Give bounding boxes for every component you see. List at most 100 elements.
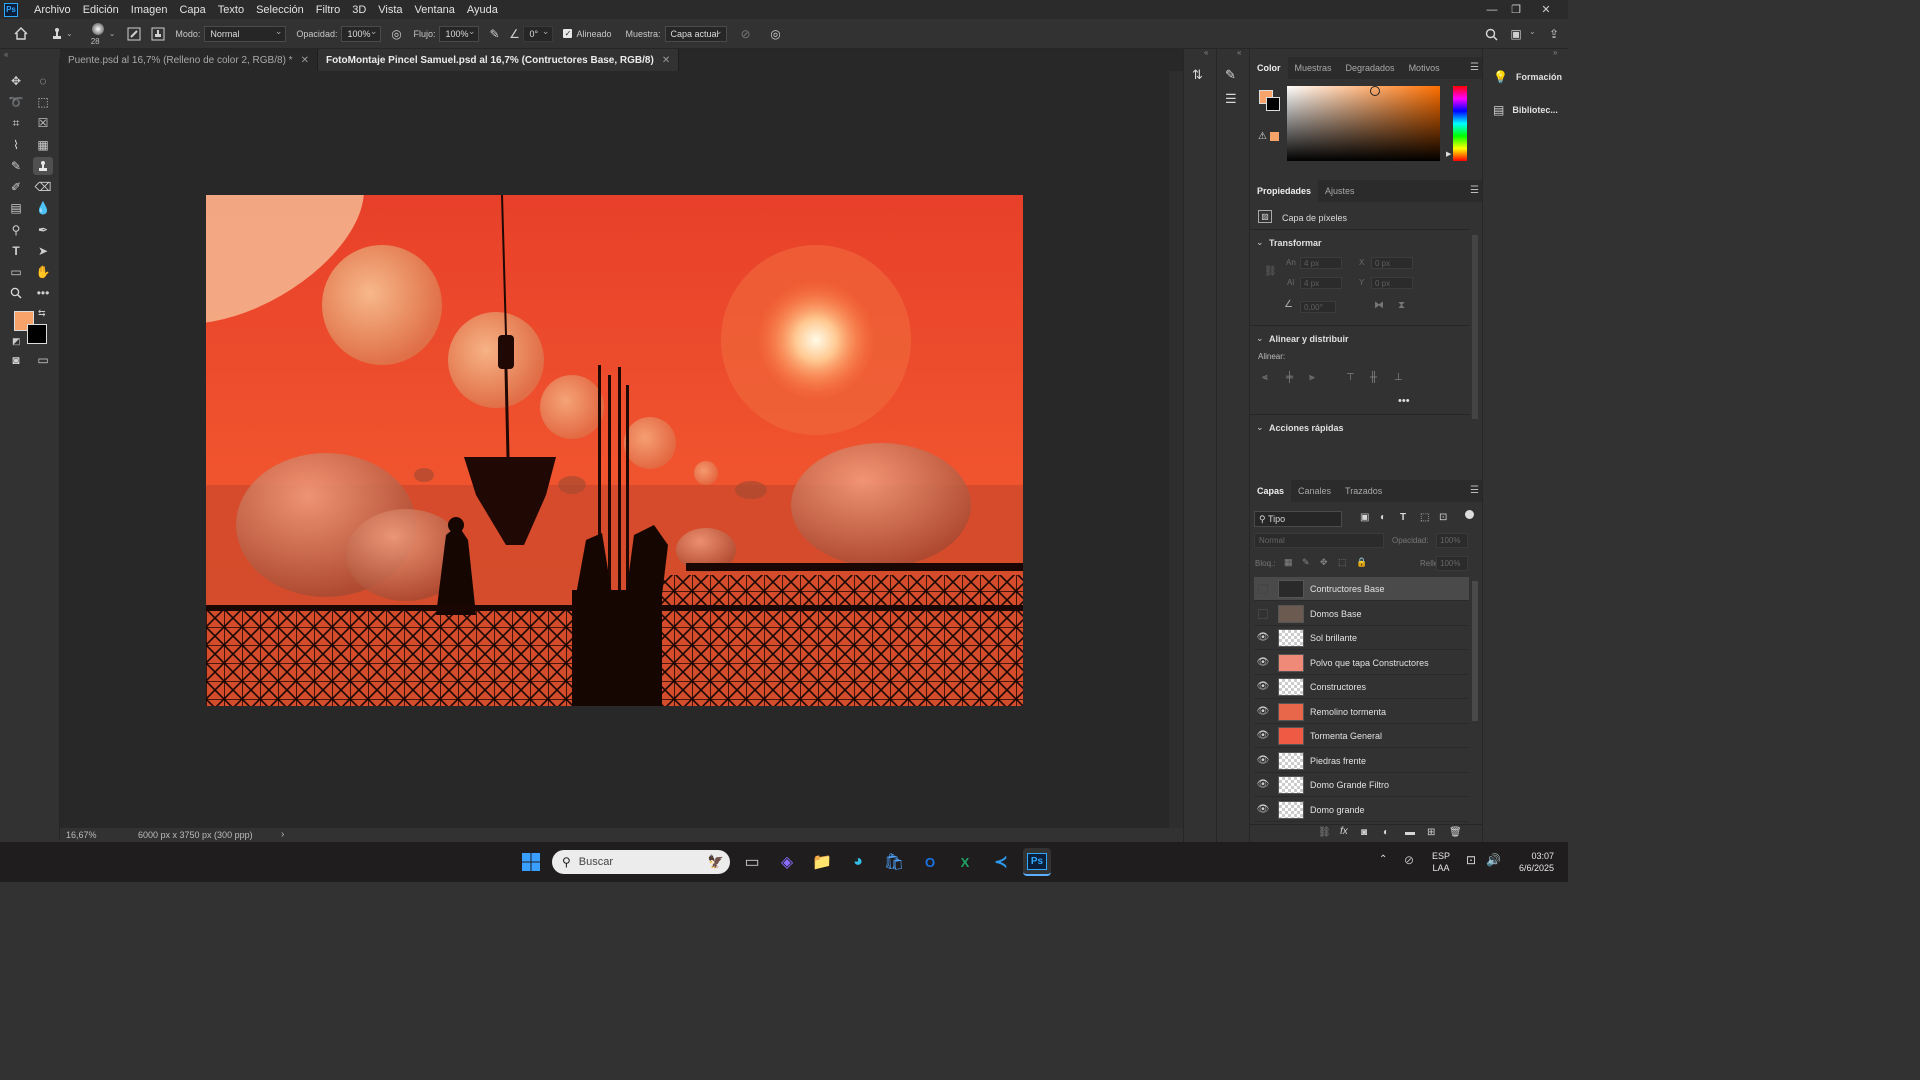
windows-start-icon[interactable] [517,848,545,876]
gamut-swatch[interactable] [1270,132,1279,141]
new-layer-icon[interactable]: ⊞ [1427,827,1435,838]
layer-row[interactable]: 👁 Domo Grande Filtro [1254,773,1469,797]
tab-puente[interactable]: Puente.psd al 16,7% (Relleno de color 2,… [60,49,318,71]
tab-propiedades[interactable]: Propiedades [1250,180,1319,202]
document-canvas[interactable] [206,195,1023,706]
lock-artboard-icon[interactable]: ⬚ [1338,557,1347,568]
link-icon[interactable]: ⛓ [1264,266,1277,277]
filter-type-icon[interactable]: T [1400,512,1406,523]
pen-tool-icon[interactable]: ✒ [33,221,53,239]
close-window-icon[interactable]: ✕ [1534,0,1558,19]
eye-icon[interactable]: 👁 [1254,755,1272,766]
tab-ajustes[interactable]: Ajustes [1318,180,1362,202]
align-middle-icon[interactable]: ╫ [1370,372,1377,383]
history-brush-tool-icon[interactable]: ✐ [6,178,26,196]
height-input[interactable]: 4 px [1300,277,1342,289]
pressure-opacity-icon[interactable]: ◎ [387,25,405,43]
opacity-input[interactable]: 100% [341,25,382,42]
eye-icon[interactable]: 👁 [1254,681,1272,692]
layer-filter-select[interactable]: ⚲ Tipo [1254,511,1342,527]
canvas-area[interactable] [60,71,1169,828]
delete-layer-icon[interactable]: 🗑 [1449,827,1462,838]
filter-pixel-icon[interactable]: ▣ [1360,512,1369,523]
chevron-down-icon[interactable]: ⌄ [1256,333,1264,344]
crop-tool-icon[interactable]: ⌗ [6,114,26,132]
align-title[interactable]: Alinear y distribuir [1269,334,1349,344]
eye-icon[interactable]: 👁 [1254,779,1272,790]
panel-menu-icon[interactable]: ☰ [1470,185,1479,196]
file-explorer-icon[interactable]: 📁 [808,848,836,876]
chevron-down-icon[interactable]: ⌄ [109,29,116,38]
lock-pixels-icon[interactable]: ✎ [1302,557,1310,568]
menu-archivo[interactable]: Archivo [28,4,77,16]
clock[interactable]: 03:07 6/6/2025 [1508,850,1554,874]
edge-icon[interactable]: ◕ [844,848,872,876]
chevron-down-icon[interactable]: ⌄ [1529,27,1536,36]
dodge-tool-icon[interactable]: ⚲ [6,221,26,239]
excel-icon[interactable]: X [951,848,979,876]
more-options-icon[interactable]: ••• [1398,395,1410,407]
frame-tool-icon[interactable]: ☒ [33,114,53,132]
align-left-icon[interactable]: ⫷ [1262,372,1268,383]
layer-row[interactable]: 👁 Domo grande [1254,798,1469,822]
fill-input[interactable]: 100% [1436,556,1468,571]
gradient-tool-icon[interactable]: ▤ [6,199,26,217]
tab-fotomontaje[interactable]: FotoMontaje Pincel Samuel.psd al 16,7% (… [317,49,680,71]
tab-trazados[interactable]: Trazados [1338,480,1389,502]
search-icon[interactable] [1482,25,1500,43]
menu-ayuda[interactable]: Ayuda [461,4,504,16]
eye-icon[interactable]: 👁 [1254,657,1272,668]
brush-tool-icon[interactable]: ✎ [6,157,26,175]
mode-select[interactable]: Normal [204,25,287,42]
quick-mask-icon[interactable]: ◙ [6,351,26,369]
layer-row[interactable]: 👁 Polvo que tapa Constructores [1254,651,1469,675]
color-field[interactable] [1287,86,1440,161]
y-input[interactable]: 0 px [1371,277,1413,289]
angle-input[interactable]: 0° [523,25,554,42]
share-icon[interactable]: ⇪ [1545,25,1563,43]
new-group-icon[interactable]: ▬ [1405,827,1415,838]
menu-3d[interactable]: 3D [346,4,372,16]
lock-position-icon[interactable]: ✥ [1320,557,1328,568]
photoshop-taskbar-icon[interactable]: Ps [1023,848,1051,876]
more-tools-icon[interactable]: ••• [33,284,53,302]
color-picker-cursor[interactable] [1370,86,1380,96]
clone-stamp-tool-icon[interactable] [33,157,53,175]
tab-motivos[interactable]: Motivos [1402,57,1447,79]
collapse-icon[interactable]: » [1553,48,1557,57]
link-layers-icon[interactable]: ⛓ [1318,827,1331,838]
home-icon[interactable] [12,25,30,43]
flip-vertical-icon[interactable]: ⧗ [1398,300,1405,311]
lock-all-icon[interactable]: 🔒 [1356,557,1367,568]
adjustment-layer-icon[interactable]: ◐ [1383,827,1389,838]
display-icon[interactable]: ⊡ [1466,853,1476,867]
sample-select[interactable]: Capa actual [664,25,727,42]
clone-source-icon[interactable] [149,25,167,43]
language-indicator[interactable]: ESP LAA [1432,850,1450,874]
background-color-swatch[interactable] [1266,97,1280,111]
pressure-size-icon[interactable]: ◎ [767,25,785,43]
taskbar-search[interactable]: ⚲ Buscar 🦅 [552,850,730,874]
healing-tool-icon[interactable]: ▦ [33,136,53,154]
canvas-scrollbar[interactable] [1169,71,1183,828]
warning-icon[interactable]: ⚠ [1258,131,1267,142]
zoom-tool-icon[interactable] [6,284,26,302]
layer-row[interactable]: 👁 Remolino tormenta [1254,700,1469,724]
eraser-tool-icon[interactable]: ⌫ [33,178,53,196]
eye-icon[interactable]: 👁 [1254,632,1272,643]
move-tool-icon[interactable]: ✥ [6,72,26,90]
collapse-icon[interactable]: « [4,50,8,59]
restore-icon[interactable]: ❐ [1504,0,1528,19]
hand-tool-icon[interactable]: ✋ [33,263,53,281]
menu-texto[interactable]: Texto [212,4,250,16]
minimize-icon[interactable]: — [1480,0,1504,19]
layer-row[interactable]: 👁 Tormenta General [1254,724,1469,748]
flow-input[interactable]: 100% [439,25,480,42]
network-icon[interactable]: ⊘ [1404,853,1414,867]
layer-row[interactable]: 👁 Piedras frente [1254,749,1469,773]
object-select-tool-icon[interactable]: ⬚ [33,93,53,111]
aligned-checkbox[interactable]: ✓ [563,29,573,38]
photoshop-logo-icon[interactable]: Ps [4,2,18,17]
blur-tool-icon[interactable]: 💧 [33,199,53,217]
layer-row[interactable]: 👁 Sol brillante [1254,626,1469,650]
